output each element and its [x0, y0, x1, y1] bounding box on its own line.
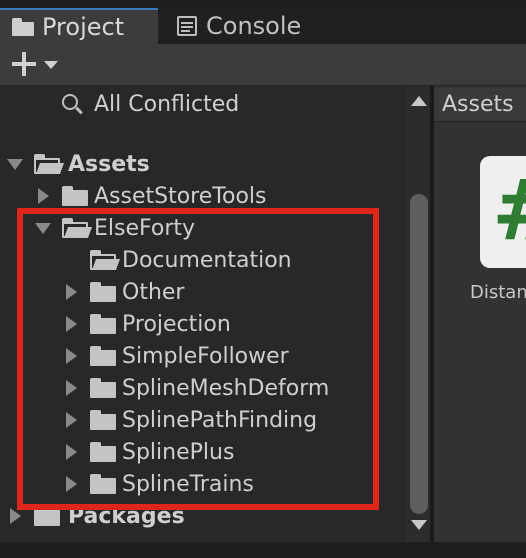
breadcrumb-assets: Assets: [442, 92, 514, 117]
asset-grid-panel: [434, 86, 526, 542]
tab-project[interactable]: Project: [0, 8, 158, 44]
collapse-arrow-icon[interactable]: [10, 508, 21, 524]
chevron-down-icon: [44, 61, 58, 69]
asset-name: Distan: [470, 282, 526, 303]
tab-console[interactable]: Console: [164, 8, 334, 44]
tab-bar: Project Console: [0, 8, 526, 44]
expand-arrow-icon[interactable]: [7, 159, 23, 170]
scroll-down-icon[interactable]: [411, 520, 427, 530]
tree-label-assetstoretools: AssetStoreTools: [94, 183, 267, 209]
breadcrumb[interactable]: Assets: [434, 88, 526, 122]
folder-open-icon: [34, 154, 65, 174]
tree-item-all-conflicted[interactable]: All Conflicted: [0, 88, 406, 120]
window-top-strip: [0, 0, 526, 8]
tree-item-assets[interactable]: Assets: [0, 148, 406, 180]
create-dropdown-button[interactable]: [8, 48, 64, 80]
tab-console-label: Console: [206, 12, 302, 40]
folder-icon: [62, 186, 88, 206]
highlight-box: [17, 208, 379, 510]
csharp-script-icon: #: [492, 168, 526, 252]
script-asset-icon[interactable]: #: [480, 156, 526, 268]
plus-icon: [12, 52, 36, 76]
tree-label-assets: Assets: [68, 151, 150, 177]
folder-icon: [12, 16, 34, 38]
project-toolbar: [0, 44, 526, 86]
collapse-arrow-icon[interactable]: [38, 188, 49, 204]
console-icon: [176, 15, 198, 37]
scroll-up-icon[interactable]: [411, 96, 427, 106]
scrollbar-thumb[interactable]: [410, 194, 428, 514]
tree-label-all-conflicted: All Conflicted: [94, 91, 240, 117]
bottom-status-strip: [0, 542, 526, 558]
tab-project-label: Project: [42, 13, 125, 41]
search-icon-handle: [75, 106, 83, 115]
